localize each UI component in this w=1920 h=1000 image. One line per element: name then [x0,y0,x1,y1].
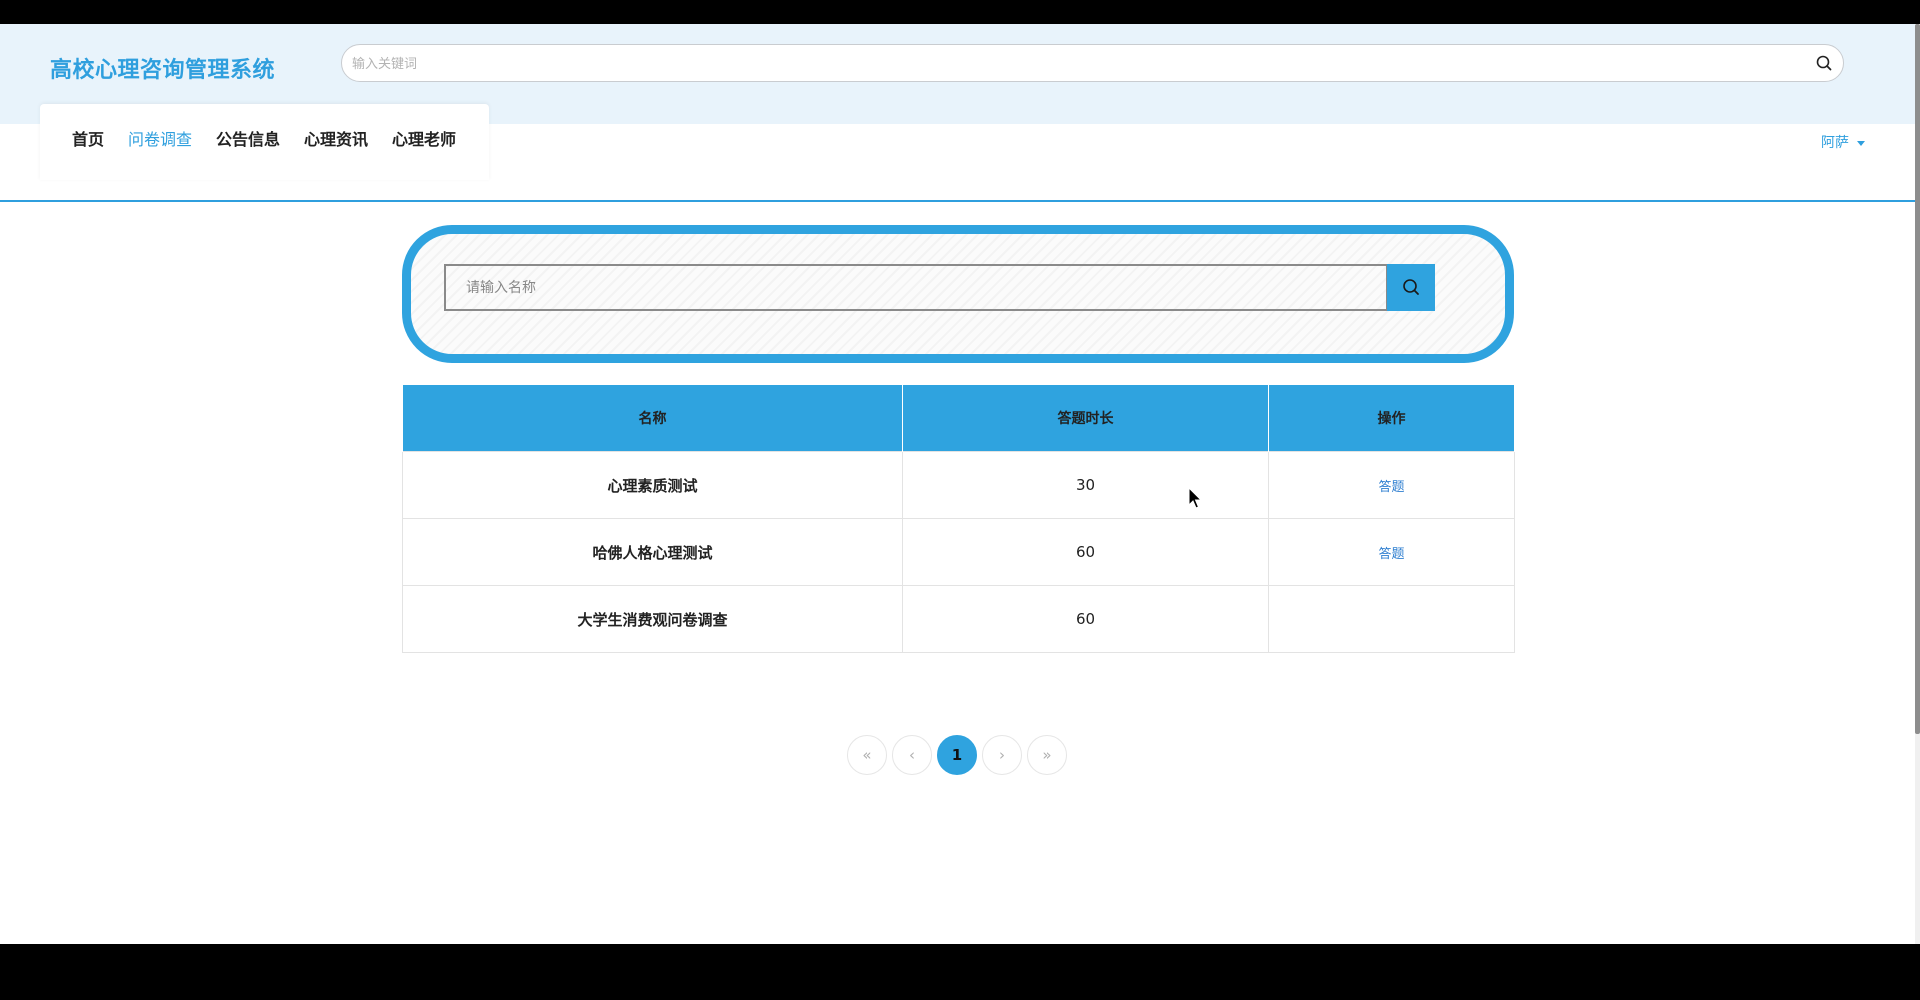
column-header-name: 名称 [402,384,903,452]
answer-link[interactable]: 答题 [1378,547,1404,562]
scrollbar-thumb[interactable] [1915,24,1920,734]
first-page-button[interactable]: « [847,735,887,775]
survey-name: 哈佛人格心理测试 [402,518,903,586]
column-header-duration: 答题时长 [902,384,1269,452]
action-cell: 答题 [1268,451,1515,519]
name-search-button[interactable] [1387,264,1435,311]
column-header-action: 操作 [1268,384,1515,452]
survey-name: 心理素质测试 [402,451,903,519]
page-scrollbar[interactable] [1915,24,1920,944]
answer-link[interactable]: 答题 [1378,480,1404,495]
last-page-button[interactable]: » [1027,735,1067,775]
nav-row: 首页 问卷调查 公告信息 心理资讯 心理老师 阿萨 [0,104,1915,202]
nav-item-psych-news[interactable]: 心理资讯 [304,126,368,150]
nav-item-home[interactable]: 首页 [72,126,104,150]
mouse-cursor-icon [1188,487,1203,509]
nav-item-psych-teachers[interactable]: 心理老师 [392,126,456,150]
user-name: 阿萨 [1821,135,1849,151]
search-icon [1403,279,1419,295]
page: 高校心理咨询管理系统 首页 问卷调查 公告信息 心理资讯 心理老师 阿萨 [0,24,1920,944]
table-row: 大学生消费观问卷调查 60 [402,585,1515,653]
prev-page-button[interactable]: ‹ [892,735,932,775]
global-search-input[interactable] [350,45,1794,83]
nav-item-announcements[interactable]: 公告信息 [216,126,280,150]
action-cell: 答题 [1268,518,1515,586]
next-page-button[interactable]: › [982,735,1022,775]
action-cell [1268,585,1515,653]
search-icon[interactable] [1815,54,1833,72]
name-search-panel [402,225,1514,363]
page-button-current[interactable]: 1 [937,735,977,775]
table-row: 心理素质测试 30 答题 [402,451,1515,519]
table-row: 哈佛人格心理测试 60 答题 [402,518,1515,586]
caret-down-icon [1857,140,1865,146]
nav-item-survey[interactable]: 问卷调查 [128,126,192,150]
user-menu[interactable]: 阿萨 [1821,132,1865,152]
nav-menu: 首页 问卷调查 公告信息 心理资讯 心理老师 [40,104,489,180]
table-header-row: 名称 答题时长 操作 [402,384,1515,452]
survey-duration: 60 [902,585,1269,653]
app-title: 高校心理咨询管理系统 [50,58,276,83]
survey-duration: 30 [902,451,1269,519]
name-search-input[interactable] [444,264,1388,311]
global-search-box [341,44,1844,83]
survey-table: 名称 答题时长 操作 心理素质测试 30 答题 哈佛人格心理测试 60 答题 大… [402,384,1515,653]
survey-name: 大学生消费观问卷调查 [402,585,903,653]
survey-duration: 60 [902,518,1269,586]
